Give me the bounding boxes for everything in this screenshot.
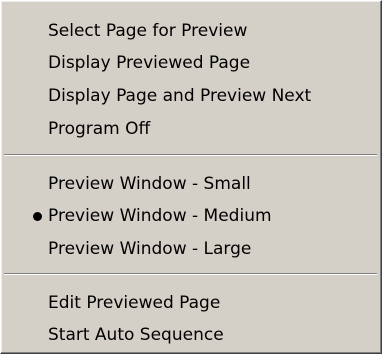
menu-item-preview-window-small[interactable]: Preview Window - Small (3, 168, 378, 200)
menu-item-label: Program Off (48, 119, 151, 139)
menu-item-label: Preview Window - Small (48, 174, 251, 194)
menu-item-label: Start Auto Sequence (48, 325, 224, 345)
menu-item-display-page-and-preview-next[interactable]: Display Page and Preview Next (3, 80, 378, 112)
menu-item-display-previewed-page[interactable]: Display Previewed Page (3, 47, 378, 79)
menu-item-start-auto-sequence[interactable]: Start Auto Sequence (3, 319, 378, 351)
menu-item-preview-window-large[interactable]: Preview Window - Large (3, 233, 378, 265)
menu-item-label: Display Previewed Page (48, 53, 251, 73)
context-menu: Select Page for Preview Display Previewe… (0, 0, 382, 354)
menu-item-label: Edit Previewed Page (48, 293, 221, 313)
menu-item-label: Preview Window - Medium (48, 206, 272, 226)
menu-item-label: Preview Window - Large (48, 239, 252, 259)
menu-item-preview-window-medium[interactable]: Preview Window - Medium (3, 200, 378, 232)
menu-separator (4, 154, 377, 156)
radio-bullet-icon (33, 212, 42, 221)
menu-item-label: Display Page and Preview Next (48, 86, 312, 106)
menu-item-program-off[interactable]: Program Off (3, 113, 378, 145)
menu-separator (4, 273, 377, 275)
menu-item-label: Select Page for Preview (48, 21, 248, 41)
menu-item-select-page-for-preview[interactable]: Select Page for Preview (3, 15, 378, 47)
menu-item-edit-previewed-page[interactable]: Edit Previewed Page (3, 287, 378, 319)
